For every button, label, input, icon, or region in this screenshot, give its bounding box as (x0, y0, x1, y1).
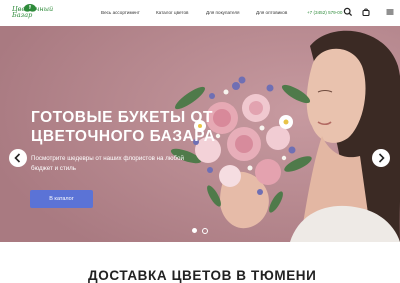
logo-text: Цветочный Базар (12, 5, 54, 19)
chevron-left-icon (14, 153, 21, 163)
cart-icon[interactable] (361, 7, 371, 17)
hero-subtitle: Посмотрите шедевры от наших флористов на… (31, 155, 184, 172)
hero-title: ГОТОВЫЕ БУКЕТЫ ОТ ЦВЕТОЧНОГО БАЗАРА (31, 109, 216, 145)
nav-item-for-buyers[interactable]: Для покупателя (206, 10, 240, 15)
nav-item-all-assortment[interactable]: Весь ассортимент (101, 10, 140, 15)
slider-dot-2[interactable] (202, 228, 208, 234)
menu-icon[interactable] (385, 7, 395, 17)
slider-prev-button[interactable] (9, 149, 27, 167)
nav-item-for-wholesalers[interactable]: Для оптовиков (256, 10, 287, 15)
slider-dot-1[interactable] (192, 228, 197, 233)
hero-banner: ГОТОВЫЕ БУКЕТЫ ОТ ЦВЕТОЧНОГО БАЗАРА Посм… (0, 26, 400, 242)
nav-item-flower-catalog[interactable]: Каталог цветов (156, 10, 188, 15)
slider-next-button[interactable] (372, 149, 390, 167)
phone-link[interactable]: +7 (3452) 579-00 (307, 10, 342, 15)
search-icon[interactable] (343, 7, 353, 17)
catalog-button[interactable]: В каталог (30, 190, 93, 208)
chevron-right-icon (378, 153, 385, 163)
site-header: Цветочный Базар Весь ассортимент Каталог… (0, 0, 400, 26)
